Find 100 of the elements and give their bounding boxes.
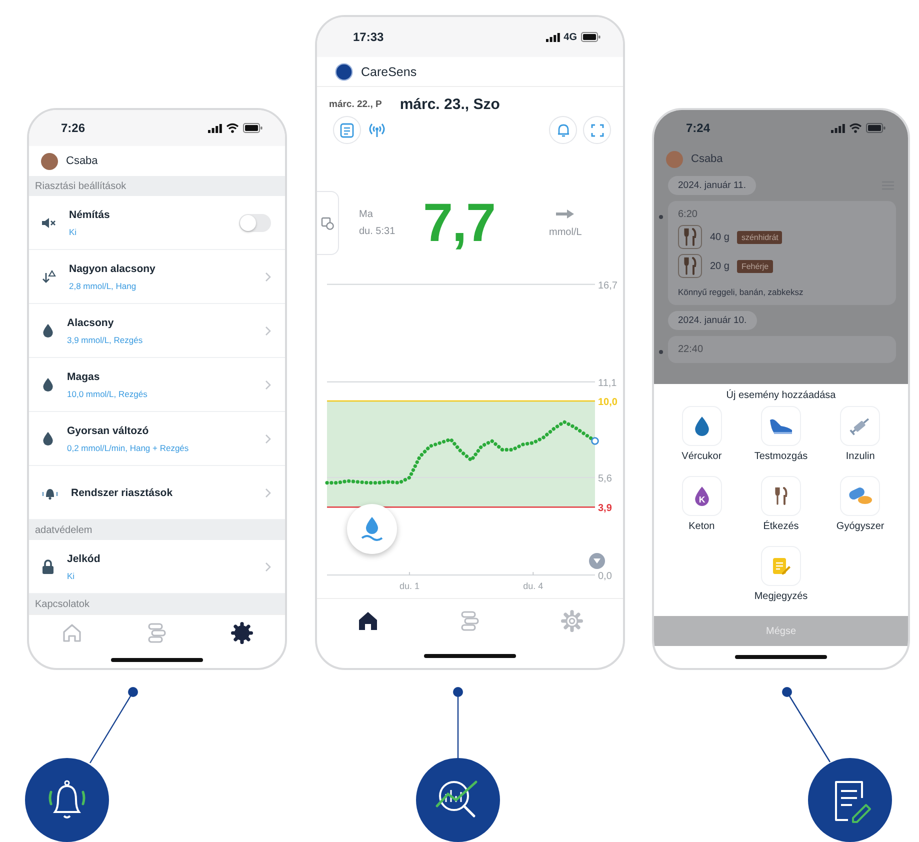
chevron-icon (265, 488, 271, 498)
history-tab[interactable] (317, 191, 339, 255)
x-tick-label: du. 1 (399, 581, 420, 591)
event-type-option[interactable]: Gyógyszer (820, 476, 900, 546)
note-icon (770, 556, 791, 576)
y-tick-label: 3,9 (598, 503, 612, 514)
network-label: 4G (564, 32, 577, 42)
clipboard-icon (340, 122, 354, 138)
fork-knife-icon (682, 228, 698, 246)
battery-icon (581, 32, 601, 42)
event-time: 6:20 (678, 209, 698, 220)
home-icon[interactable] (357, 610, 379, 632)
device-dot-icon (335, 62, 353, 80)
event-type-option[interactable]: K Keton (662, 476, 742, 546)
battery-icon (866, 123, 886, 133)
setting-title: Magas (67, 370, 101, 382)
setting-title: Rendszer riasztások (71, 486, 173, 498)
nutrient-tag: Fehérje (737, 260, 773, 272)
glucose-value: 7,7 (423, 192, 496, 254)
fork-knife-icon (682, 257, 698, 275)
settings-row[interactable]: Némítás Ki (29, 196, 285, 250)
setting-value: Ki (67, 570, 76, 580)
connector-dot (453, 687, 463, 697)
connector-dot (782, 687, 792, 697)
settings-row[interactable]: Gyorsan változó 0,2 mmol/L/min, Hang + Rezgés (29, 412, 285, 466)
setting-value: Ki (69, 226, 78, 236)
fullscreen-button[interactable] (583, 116, 611, 144)
setting-title: Némítás (69, 208, 110, 220)
scroll-down-icon[interactable] (589, 553, 605, 569)
section-header: Kapcsolatok (29, 594, 285, 614)
toggle-switch[interactable] (239, 214, 271, 232)
event-type-option[interactable]: Vércukor (662, 406, 742, 476)
event-type-option[interactable]: Étkezés (741, 476, 821, 546)
profile-name: Csaba (691, 153, 723, 165)
timeline-dot (659, 350, 663, 354)
settings-row[interactable]: Nagyon alacsony 2,8 mmol/L, Hang (29, 250, 285, 304)
status-time: 7:26 (61, 121, 86, 135)
event-type-option[interactable]: Inzulin (820, 406, 900, 476)
drop-icon (41, 430, 55, 447)
event-type-option[interactable]: Megjegyzés (741, 546, 821, 616)
signal-icon (208, 124, 222, 132)
date-label: 2024. január 10. (668, 311, 757, 330)
reading-time: du. 5:31 (359, 226, 396, 237)
chevron-icon (265, 380, 271, 390)
setting-value: 10,0 mmol/L, Rezgés (67, 388, 148, 398)
chevron-icon (265, 562, 271, 572)
y-tick-label: 11,1 (598, 378, 617, 389)
report-button[interactable] (333, 116, 361, 144)
fork-knife-icon (772, 487, 789, 505)
history-list-icon[interactable] (459, 610, 481, 632)
pills-icon (847, 486, 874, 506)
timeline-dot (659, 215, 663, 219)
y-tick-label: 5,6 (598, 474, 612, 485)
avatar (666, 150, 683, 168)
add-reading-button[interactable] (347, 504, 397, 554)
settings-row[interactable]: Alacsony 3,9 mmol/L, Rezgés (29, 304, 285, 358)
signal-icon (546, 32, 560, 42)
bell-icon (556, 122, 570, 138)
current-date: márc. 23., Szo (400, 96, 500, 113)
chevron-icon (265, 434, 271, 444)
calendar-clock-icon (321, 216, 334, 230)
connector-dot (128, 687, 138, 697)
antenna-icon (367, 122, 387, 138)
history-list-icon[interactable] (146, 622, 168, 644)
setting-title: Jelkód (67, 552, 100, 564)
reading-day: Ma (359, 209, 423, 220)
wifi-icon (226, 123, 239, 133)
current-reading-marker (591, 437, 599, 445)
trend-arrow-icon (555, 208, 576, 218)
chevron-icon (265, 272, 271, 282)
status-time: 17:33 (353, 30, 384, 44)
sheet-title: Új esemény hozzáadása (725, 388, 837, 402)
setting-value: 0,2 mmol/L/min, Hang + Rezgés (67, 442, 189, 452)
glucose-unit: mmol/L (549, 226, 582, 238)
lock-icon (41, 558, 55, 574)
food-amount: 40 g (710, 232, 730, 242)
chevron-icon (265, 326, 271, 336)
speaker-muted-icon (41, 216, 57, 228)
signal-icon (831, 124, 845, 132)
settings-icon[interactable] (231, 622, 254, 644)
drop-wave-icon (360, 516, 384, 542)
event-note: Könnyű reggeli, banán, zabkeksz (678, 287, 804, 297)
event-type-option[interactable]: Testmozgás (741, 406, 821, 476)
setting-title: Nagyon alacsony (69, 262, 156, 274)
previous-date-link[interactable]: márc. 22., P (329, 99, 382, 113)
drop-icon (41, 376, 55, 393)
nutrient-tag: szénhidrát (737, 230, 782, 244)
event-time: 22:40 (678, 344, 704, 355)
alarm-button[interactable] (549, 116, 577, 144)
device-name: CareSens (361, 64, 417, 78)
arrows-icon (41, 270, 57, 284)
setting-value: 2,8 mmol/L, Hang (69, 280, 138, 290)
battery-icon (243, 123, 263, 133)
profile-name: Csaba (66, 155, 98, 167)
wifi-icon (849, 123, 862, 133)
avatar (41, 152, 58, 170)
expand-icon (590, 124, 604, 136)
food-amount: 20 g (710, 260, 730, 272)
event-card[interactable]: 6:20 40 g szénhidrát 20 g Fehérje Könnyű reggeli, banán, zabkeksz (668, 201, 896, 305)
settings-row[interactable]: Magas 10,0 mmol/L, Rezgés (29, 358, 285, 412)
